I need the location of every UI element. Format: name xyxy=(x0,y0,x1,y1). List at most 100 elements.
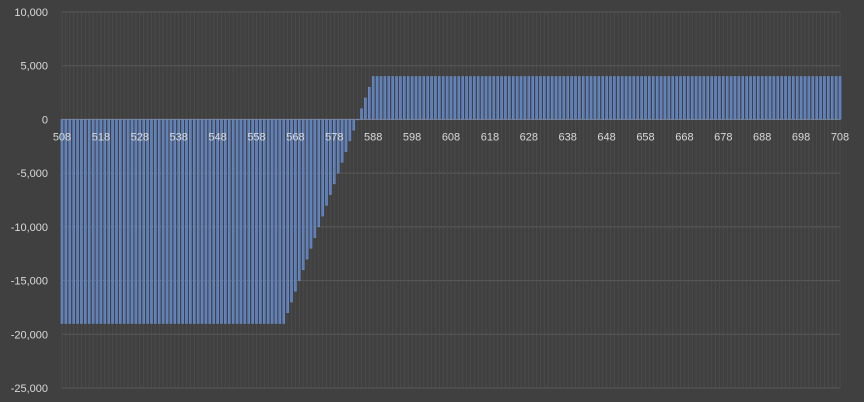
bar xyxy=(185,119,188,324)
bar xyxy=(617,76,620,120)
bar xyxy=(391,76,394,120)
bar xyxy=(589,76,593,120)
bar xyxy=(807,76,811,120)
bar xyxy=(624,76,628,120)
bar xyxy=(208,119,212,324)
bar xyxy=(251,119,254,324)
bar xyxy=(725,76,729,120)
bar xyxy=(438,76,441,120)
bar xyxy=(99,119,103,324)
x-tick-label: 578 xyxy=(325,131,343,143)
bar xyxy=(95,119,99,324)
bar xyxy=(722,76,725,120)
x-tick-label: 568 xyxy=(286,131,304,143)
y-tick-label: -15,000 xyxy=(11,276,48,288)
bar xyxy=(64,119,68,324)
bar xyxy=(640,76,643,120)
x-tick-label: 608 xyxy=(442,131,460,143)
bar xyxy=(733,76,737,120)
bar xyxy=(395,76,398,120)
bar xyxy=(593,76,597,120)
bar xyxy=(243,119,247,324)
bar xyxy=(231,119,235,324)
bar xyxy=(476,76,480,120)
bar xyxy=(601,76,604,120)
bar xyxy=(294,119,297,292)
bar xyxy=(461,76,464,120)
bar xyxy=(403,76,406,120)
y-tick-label: 10,000 xyxy=(14,7,48,19)
bar xyxy=(146,119,149,324)
bar xyxy=(298,119,301,281)
bar xyxy=(418,76,422,120)
bar xyxy=(718,76,721,120)
bar xyxy=(290,119,293,303)
bar xyxy=(496,76,499,120)
bar xyxy=(204,119,208,324)
x-tick-label: 698 xyxy=(792,131,810,143)
bar xyxy=(788,76,791,120)
bar xyxy=(274,119,278,324)
bar xyxy=(414,76,418,120)
bar xyxy=(309,119,313,249)
bar xyxy=(266,119,270,324)
bar xyxy=(119,119,122,324)
bar xyxy=(150,119,153,324)
bar xyxy=(550,76,554,120)
bar xyxy=(449,76,453,120)
bar xyxy=(426,76,429,120)
bar xyxy=(122,119,126,324)
bar xyxy=(239,119,243,324)
bar xyxy=(80,119,83,324)
bar xyxy=(757,76,760,120)
bar xyxy=(628,76,632,120)
x-tick-label: 648 xyxy=(597,131,615,143)
bar xyxy=(263,119,266,324)
bar xyxy=(581,76,585,120)
bar xyxy=(130,119,134,324)
bar xyxy=(827,76,830,120)
y-tick-label: 5,000 xyxy=(20,61,48,73)
bar xyxy=(515,76,519,120)
bar xyxy=(741,76,745,120)
bar xyxy=(68,119,72,324)
bar xyxy=(683,76,686,120)
bar xyxy=(679,76,682,120)
bar xyxy=(84,119,87,324)
bar xyxy=(224,119,227,324)
bar xyxy=(469,76,472,120)
bar xyxy=(613,76,616,120)
bar xyxy=(161,119,165,324)
bar xyxy=(659,76,663,120)
bar xyxy=(792,76,795,120)
bar xyxy=(134,119,138,324)
bar xyxy=(192,119,196,324)
bar xyxy=(799,76,803,120)
bar xyxy=(216,119,219,324)
bar xyxy=(714,76,717,120)
bar xyxy=(103,119,107,324)
bar xyxy=(200,119,204,324)
bar xyxy=(527,76,531,120)
bar xyxy=(609,76,612,120)
bar xyxy=(780,76,783,120)
bar xyxy=(729,76,733,120)
bar xyxy=(406,76,410,120)
bar xyxy=(784,76,787,120)
bar xyxy=(228,119,231,324)
x-tick-label: 558 xyxy=(247,131,265,143)
bar xyxy=(815,76,818,120)
bar xyxy=(710,76,713,120)
bar xyxy=(504,76,507,120)
bar xyxy=(115,119,118,324)
bar xyxy=(399,76,402,120)
bar xyxy=(317,119,321,228)
bar xyxy=(313,119,317,238)
bar xyxy=(636,76,639,120)
bar xyxy=(138,119,142,324)
bar xyxy=(157,119,161,324)
bar xyxy=(508,76,511,120)
bar-chart: 10,000 5,000 0 -5,000 -10,000 -15,000 -20,000 -… xyxy=(0,0,864,402)
bar xyxy=(430,76,433,120)
bar xyxy=(410,76,414,120)
